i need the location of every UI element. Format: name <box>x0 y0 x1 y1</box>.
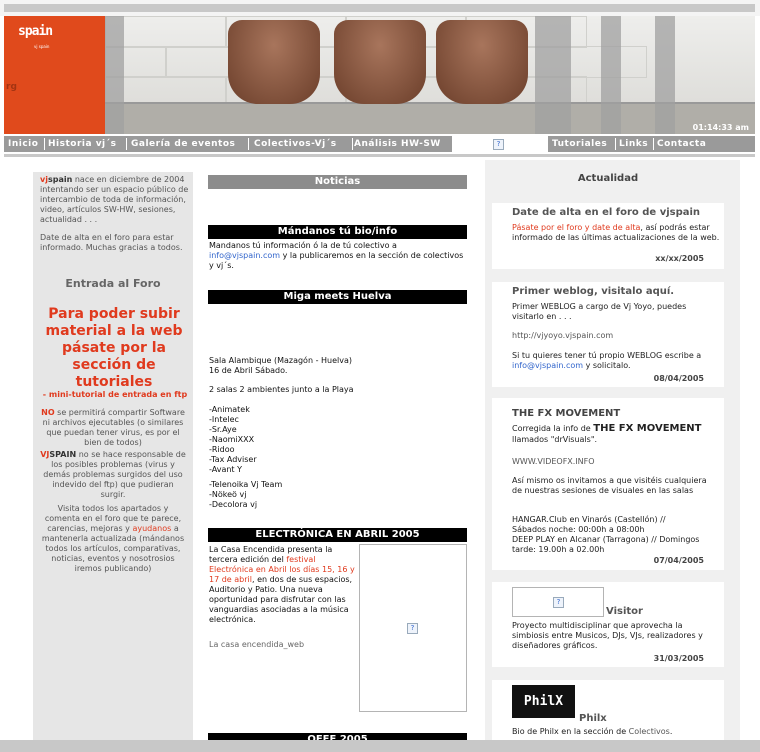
nav-historia[interactable]: Historia vj´s <box>48 139 117 149</box>
visitor-image-placeholder[interactable]: ? <box>512 587 604 617</box>
logo-text: spain <box>18 24 53 39</box>
bio-heading: Mándanos tú bio/info <box>208 225 467 239</box>
logo-subtext: vj spain <box>34 44 50 49</box>
upload-notice-link[interactable]: Para poder subir material a la web pásat… <box>44 306 184 391</box>
news-panel-fx-movement: THE FX MOVEMENT Corregida la info de THE… <box>492 398 724 570</box>
panel-date: 08/04/2005 <box>653 374 704 383</box>
chair-seat-2 <box>334 20 426 104</box>
miga-venue: Sala Alambique (Mazagón - Huelva) <box>209 356 352 365</box>
weblog-email-link[interactable]: info@vjspain.com <box>512 361 583 370</box>
panel-title: Primer weblog, visitalo aquí. <box>512 286 675 297</box>
intro-text: vjspain nace en diciembre de 2004 intent… <box>40 175 189 224</box>
signup-text: Date de alta en el foro para estar infor… <box>40 233 183 252</box>
clock-display: 01:14:33 am <box>692 123 749 132</box>
electronica-heading: ELECTRÓNICA EN ABRIL 2005 <box>208 528 467 542</box>
panel-date: 31/03/2005 <box>653 654 704 663</box>
list-item: -NaomiXXX <box>209 435 255 444</box>
forum-entry-link[interactable]: Entrada al Foro <box>40 277 186 290</box>
colectivos-link[interactable]: Colectivos <box>629 727 670 736</box>
nav-tutoriales[interactable]: Tutoriales <box>552 139 607 149</box>
miga-rooms: 2 salas 2 ambientes junto a la Playa <box>209 385 354 394</box>
no-software-notice: NO se permitirá compartir Software ni ar… <box>41 408 185 447</box>
panel-title: THE FX MOVEMENT <box>512 408 621 419</box>
electronica-text: La Casa Encendida presenta la tercera ed… <box>209 545 355 624</box>
broken-image-icon: ? <box>407 623 418 634</box>
deep-play-info: DEEP PLAY en Alcanar (Tarragona) // Domi… <box>512 535 700 554</box>
nav-inicio[interactable]: Inicio <box>8 139 38 149</box>
videofx-link[interactable]: WWW.VIDEOFX.INFO <box>512 457 595 467</box>
list-item: -Sr.Aye <box>209 425 237 434</box>
news-panel-weblog: Primer weblog, visitalo aquí. Primer WEB… <box>492 282 724 387</box>
actualidad-heading: Actualidad <box>577 173 639 184</box>
panel-text: Primer WEBLOG a cargo de Vj Yoyo, puedes… <box>512 302 687 321</box>
bio-email-link[interactable]: info@vjspain.com <box>209 251 280 260</box>
list-item: -Animatek <box>209 405 250 414</box>
philx-logo[interactable]: PhilX <box>512 685 575 718</box>
nav-contacta[interactable]: Contacta <box>657 139 706 149</box>
miga-visuals-list: -Telenoika Vj Team -Nökeö vj -Decolora v… <box>209 480 282 510</box>
header-photo: 01:14:33 am <box>105 16 755 134</box>
news-panel-foro: Date de alta en el foro de vjspain Pásat… <box>492 203 724 269</box>
foro-link[interactable]: Pásate por el foro y date de alta <box>512 223 640 232</box>
bio-text: Mandanos tú información ó la de tú colec… <box>209 241 464 270</box>
visit-notice: Visita todos los apartados y comenta en … <box>41 504 185 573</box>
header-banner: spain vj spain rg 01:14:33 am <box>4 16 755 134</box>
list-item: -Ridoo <box>209 445 235 454</box>
broken-image-icon: ? <box>493 139 504 150</box>
list-item: -Telenoika Vj Team <box>209 480 283 489</box>
miga-artist-list: -Animatek -Intelec -Sr.Aye -NaomiXXX -Ri… <box>209 405 257 475</box>
broken-image-icon: ? <box>553 597 564 608</box>
panel-title: Visitor <box>606 606 643 617</box>
nav-links[interactable]: Links <box>619 139 648 149</box>
list-item: -Nökeö vj <box>209 490 247 499</box>
panel-text: Proyecto multidisciplinar que aprovecha … <box>512 621 703 650</box>
bottom-bar <box>0 740 760 752</box>
site-logo[interactable]: spain vj spain rg <box>4 16 105 134</box>
news-panel-philx: PhilX Philx Bio de Philx en la sección d… <box>492 680 724 740</box>
weblog-url-link[interactable]: http://vjyoyo.vjspain.com <box>512 331 613 341</box>
panel-text-2: Si tu quieres tener tú propio WEBLOG esc… <box>512 351 702 370</box>
panel-text: Corregida la info de THE FX MOVEMENT lla… <box>512 423 702 444</box>
list-item: -Intelec <box>209 415 239 424</box>
panel-text: Bio de Philx en la sección de Colectivos… <box>512 727 673 736</box>
ftp-tutorial-link[interactable]: - mini-tutorial de entrada en ftp <box>40 390 190 399</box>
event-image-placeholder: ? <box>359 544 467 712</box>
news-panel-visitor: ? Visitor Proyecto multidisciplinar que … <box>492 582 724 667</box>
news-heading: Noticias <box>208 175 467 189</box>
miga-date: 16 de Abril Sábado. <box>209 366 288 375</box>
nav-banner-slot: ? <box>452 136 548 152</box>
chair-seat-3 <box>436 20 528 104</box>
nav-underline <box>4 154 755 157</box>
panel-title: Date de alta en el foro de vjspain <box>512 207 701 218</box>
casa-encendida-link[interactable]: La casa encendida_web <box>209 640 304 650</box>
panel-date: 07/04/2005 <box>653 556 704 565</box>
list-item: -Avant Y <box>209 465 242 474</box>
nav-analisis[interactable]: Análisis HW-SW <box>354 139 441 149</box>
list-item: -Decolora vj <box>209 500 258 509</box>
hangar-info: HANGAR.Club en Vinarós (Castellón) // Sá… <box>512 515 666 534</box>
nav-galeria[interactable]: Galería de eventos <box>131 139 235 149</box>
panel-date: xx/xx/2005 <box>655 254 704 263</box>
nav-colectivos[interactable]: Colectivos-Vj´s <box>254 139 337 149</box>
miga-heading: Miga meets Huelva <box>208 290 467 304</box>
panel-text-2: Así mismo os invitamos a que visitéis cu… <box>512 476 707 495</box>
panel-title: Philx <box>579 713 607 724</box>
main-nav: Inicio Historia vj´s Galería de eventos … <box>4 136 755 152</box>
top-bar <box>0 0 760 16</box>
logo-fragment: rg <box>6 82 17 92</box>
chair-seat-1 <box>228 20 320 104</box>
disclaimer-notice: VJSPAIN no se hace responsable de los po… <box>40 450 186 499</box>
panel-text: Pásate por el foro y date de alta, así p… <box>512 223 720 242</box>
list-item: -Tax Adviser <box>209 455 257 464</box>
help-link[interactable]: ayudanos <box>132 524 171 533</box>
